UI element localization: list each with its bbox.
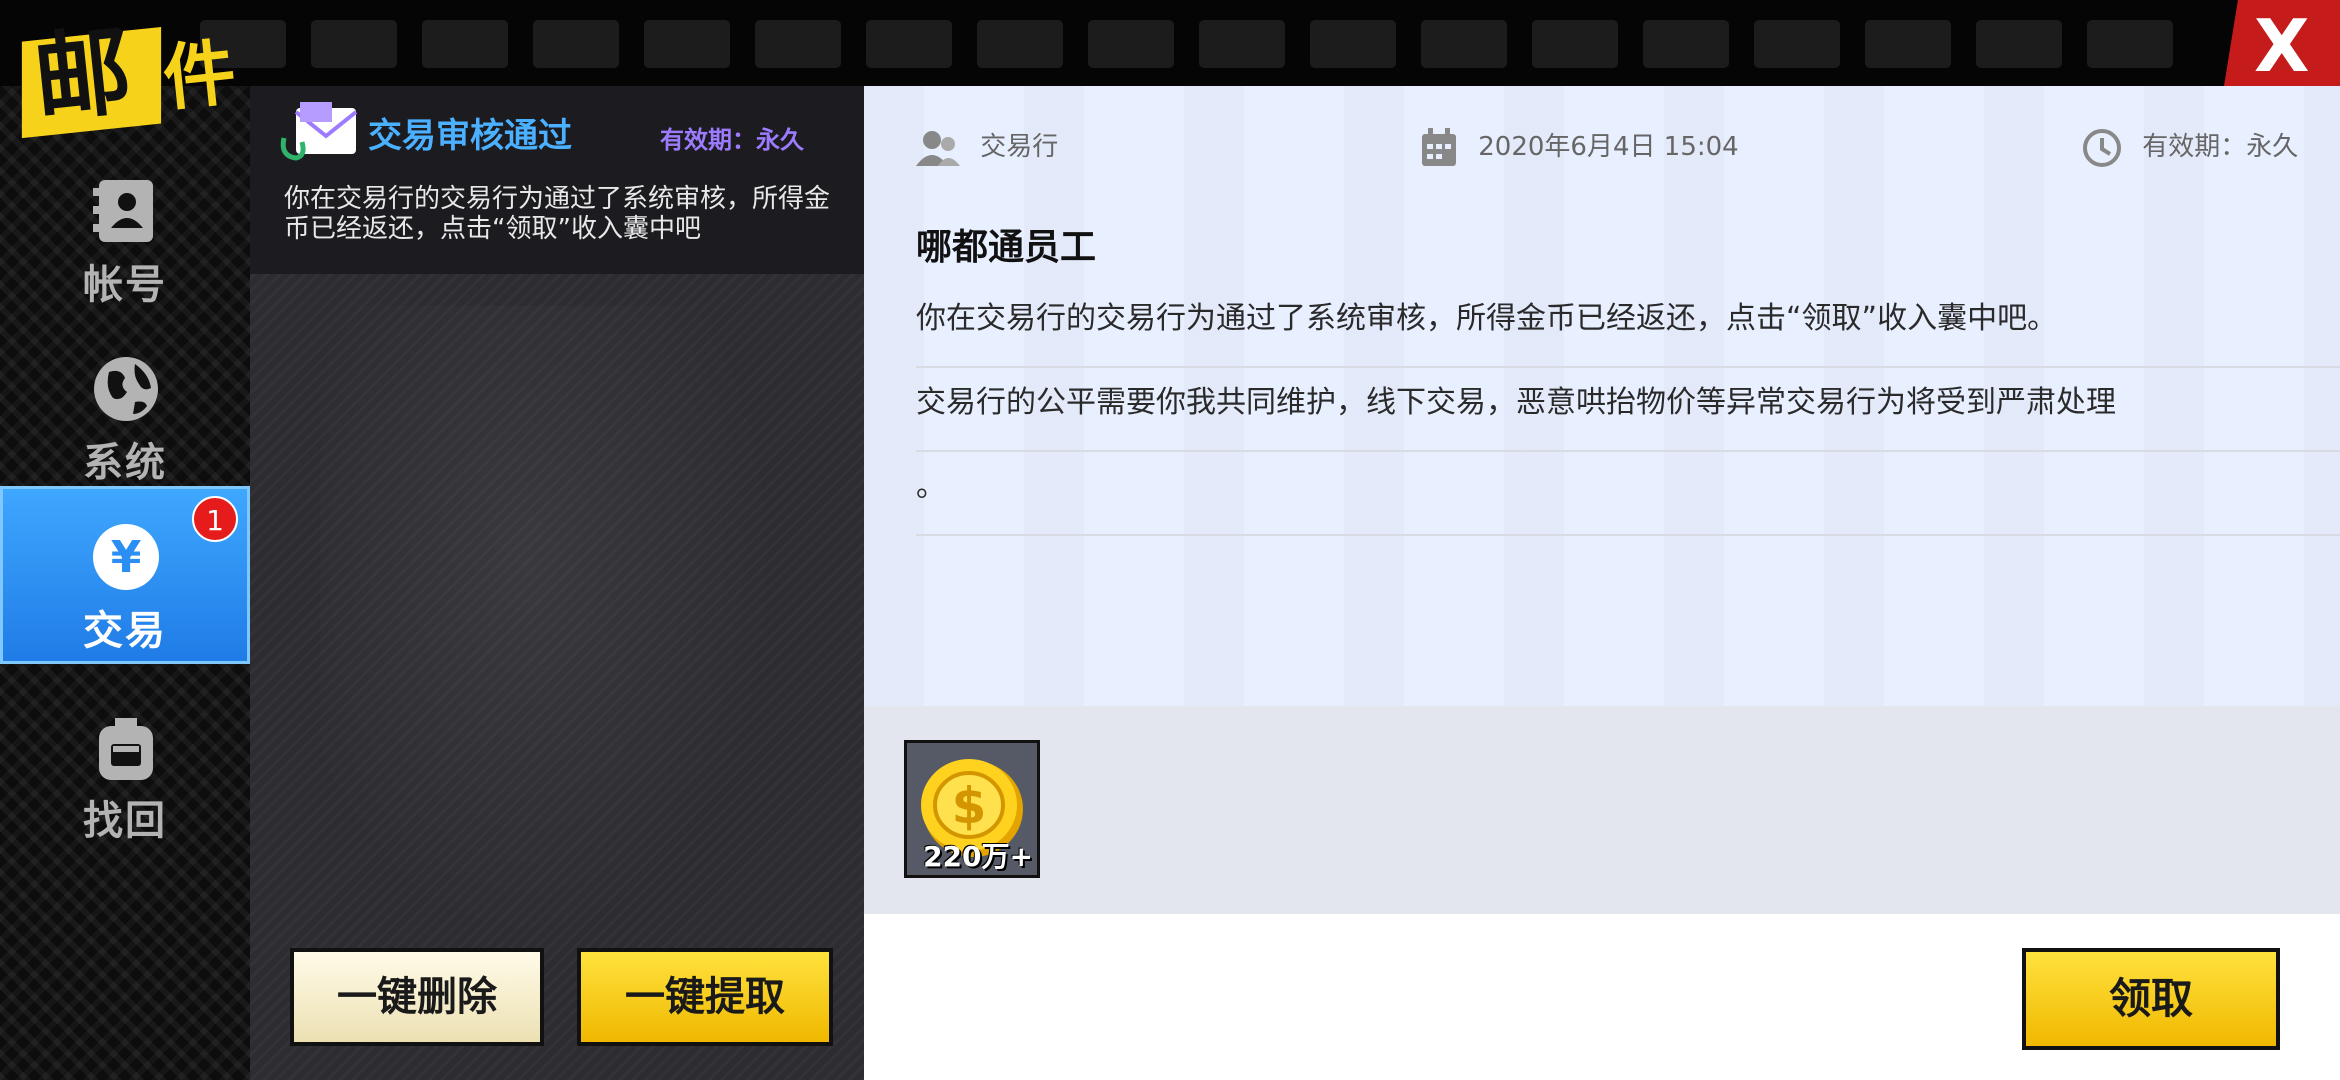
attachment-area <box>864 706 2340 914</box>
film-hole <box>311 20 397 68</box>
film-hole <box>1865 20 1951 68</box>
film-hole <box>1088 20 1174 68</box>
film-hole <box>1421 20 1507 68</box>
mail-body-line: 你在交易行的交易行为通过了系统审核，所得金币已经返还，点击“领取”收入囊中吧。 <box>916 284 2340 368</box>
sidebar-item-label: 交易 <box>83 608 167 654</box>
film-hole <box>1976 20 2062 68</box>
close-button[interactable]: X <box>2224 0 2340 86</box>
mail-date-text: 2020年6月4日 15:04 <box>1478 132 1739 162</box>
film-hole <box>533 20 619 68</box>
film-hole <box>1310 20 1396 68</box>
list-item[interactable]: 交易审核通过 有效期：永久 你在交易行的交易行为通过了系统审核，所得金币已经返还… <box>250 86 864 274</box>
sidebar-item-label: 帐号 <box>83 262 167 308</box>
recipient-name: 哪都通员工 <box>916 227 1097 268</box>
film-hole <box>644 20 730 68</box>
logo-text-secondary: 件 <box>159 29 240 121</box>
mail-body-line: 交易行的公平需要你我共同维护，线下交易，恶意哄抬物价等异常交易行为将受到严肃处理 <box>916 368 2340 452</box>
sidebar-item-account[interactable]: 帐号 <box>0 140 250 318</box>
attachment-item[interactable]: $ 220万+ <box>904 740 1040 878</box>
expiry-meta: 有效期：永久 <box>2082 126 2298 168</box>
background-character-art <box>320 306 780 946</box>
user-icon <box>916 130 960 166</box>
mail-content-area: 交易行 2020年6月4日 15:04 有效期：永久 哪都通员工 你在交易行的交… <box>864 86 2340 706</box>
film-hole <box>2087 20 2173 68</box>
film-hole <box>866 20 952 68</box>
sidebar-item-trade[interactable]: ¥ 交易 1 <box>0 486 250 664</box>
svg-text:$: $ <box>952 777 987 835</box>
calendar-icon <box>1422 127 1456 166</box>
svg-text:¥: ¥ <box>111 532 142 583</box>
film-hole <box>1532 20 1618 68</box>
globe-icon <box>94 357 158 421</box>
film-hole <box>977 20 1063 68</box>
mail-detail-panel: 交易行 2020年6月4日 15:04 有效期：永久 哪都通员工 你在交易行的交… <box>864 86 2340 1080</box>
account-card-icon <box>93 180 153 242</box>
sidebar-item-label: 找回 <box>83 798 167 844</box>
close-icon: X <box>2254 4 2310 88</box>
clock-icon <box>2083 128 2121 167</box>
attachment-quantity: 220万+ <box>923 840 1033 873</box>
top-film-strip <box>0 0 2340 86</box>
film-hole <box>1199 20 1285 68</box>
film-hole <box>1643 20 1729 68</box>
sidebar-item-system[interactable]: 系统 <box>0 318 250 496</box>
date-meta: 2020年6月4日 15:04 <box>1420 126 1739 168</box>
film-hole <box>755 20 841 68</box>
claim-button[interactable]: 领取 <box>2022 948 2280 1050</box>
sidebar-nav: 帐号 系统 ¥ 交易 1 找回 <box>0 86 250 1080</box>
yen-coin-icon: ¥ <box>93 524 159 590</box>
claim-all-button[interactable]: 一键提取 <box>577 948 833 1046</box>
sender-meta: 交易行 <box>916 126 1058 168</box>
film-hole <box>422 20 508 68</box>
backpack-icon <box>99 718 153 780</box>
mail-title: 交易审核通过 <box>368 116 572 156</box>
expiry-text: 有效期：永久 <box>2142 132 2299 162</box>
envelope-icon <box>280 102 358 161</box>
delete-all-button[interactable]: 一键删除 <box>290 948 544 1046</box>
logo-text-main: 邮 <box>29 14 137 137</box>
mail-list-panel: 交易审核通过 有效期：永久 你在交易行的交易行为通过了系统审核，所得金币已经返还… <box>250 86 864 1080</box>
sidebar-item-label: 系统 <box>83 440 167 486</box>
mail-expiry: 有效期：永久 <box>660 126 804 154</box>
notification-badge: 1 <box>192 496 238 542</box>
sender-name-text: 交易行 <box>980 132 1059 162</box>
mail-preview: 你在交易行的交易行为通过了系统审核，所得金币已经返还，点击“领取”收入囊中吧 <box>284 184 831 244</box>
sidebar-item-retrieve[interactable]: 找回 <box>0 676 250 854</box>
mail-body-line: 。 <box>916 452 2340 536</box>
film-hole <box>1754 20 1840 68</box>
